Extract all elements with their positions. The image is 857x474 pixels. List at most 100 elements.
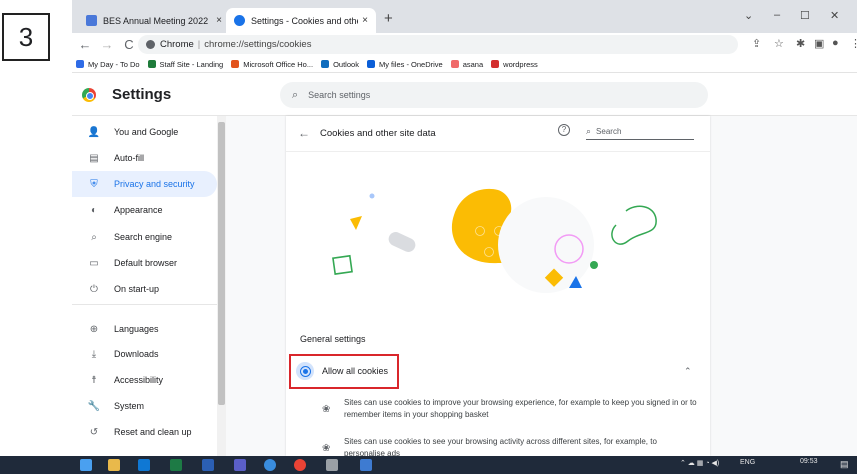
sidebar-item-label: Appearance <box>114 205 163 215</box>
sidebar-item-label: Languages <box>114 324 159 334</box>
bookmark-item[interactable]: My Day - To Do <box>76 60 140 69</box>
illustration-dot-green <box>590 261 598 269</box>
description-row-2: ❀ Sites can use cookies to see your brow… <box>286 434 710 456</box>
power-icon: ⏻ <box>90 283 98 295</box>
tab-title: Settings - Cookies and other site <box>251 15 358 26</box>
sidebar-item-default-browser[interactable]: ▭ Default browser <box>72 250 217 276</box>
accessibility-icon: ☨ <box>91 374 97 386</box>
tab-bes-annual-meeting[interactable]: BES Annual Meeting 2022 × <box>78 8 230 33</box>
photos-icon[interactable] <box>360 459 372 471</box>
bookmark-label: wordpress <box>503 59 538 69</box>
tab-search-chevron-icon[interactable]: ⌄ <box>744 9 753 22</box>
chrome-site-icon <box>146 40 155 49</box>
sidebar-item-appearance[interactable]: ◐ Appearance <box>72 197 217 223</box>
share-icon[interactable]: ⇪ <box>752 37 761 50</box>
sidebar-item-label: On start-up <box>114 284 160 294</box>
file-explorer-icon[interactable] <box>108 459 120 471</box>
chevron-up-icon[interactable]: ⌃ <box>684 366 692 377</box>
sidebar-item-you-and-google[interactable]: 👤 You and Google <box>72 119 217 145</box>
illustration-dot-blue <box>369 193 375 199</box>
tray-clock[interactable]: 09:53 <box>800 458 818 465</box>
sidebar-item-autofill[interactable]: ▤ Auto-fill <box>72 145 217 171</box>
bookmark-favicon-icon <box>231 60 240 68</box>
tab-close-icon[interactable]: × <box>362 15 368 26</box>
illustration-wedge <box>350 216 362 230</box>
sidebar-item-reset-and-clean-up[interactable]: ↺ Reset and clean up <box>72 419 217 445</box>
sidebar-item-on-startup[interactable]: ⏻ On start-up <box>72 276 217 302</box>
word-icon[interactable] <box>202 459 214 471</box>
forward-button[interactable]: → <box>98 37 116 52</box>
excel-icon[interactable] <box>170 459 182 471</box>
edge-icon[interactable] <box>264 459 276 471</box>
bookmark-item[interactable]: asana <box>450 60 483 69</box>
address-bar[interactable]: Chrome | chrome://settings/cookies <box>138 35 738 54</box>
sidebar-item-languages[interactable]: ⊕ Languages <box>72 316 217 342</box>
tab-settings-cookies[interactable]: Settings - Cookies and other site × <box>226 8 376 33</box>
tab-close-icon[interactable]: × <box>216 15 222 26</box>
bookmark-star-icon[interactable]: ☆ <box>774 37 784 50</box>
minimize-button[interactable]: – <box>774 9 780 21</box>
shield-icon: ⛨ <box>90 178 98 190</box>
reload-button[interactable]: C <box>120 37 138 52</box>
sidebar-item-label: Default browser <box>114 258 178 268</box>
card-title: Cookies and other site data <box>320 128 436 139</box>
globe-icon: ⊕ <box>89 323 99 335</box>
profile-avatar-icon[interactable]: ● <box>832 37 839 49</box>
back-button[interactable]: ← <box>76 37 94 52</box>
bookmark-label: Outlook <box>333 59 359 69</box>
sidebar-item-label: Reset and clean up <box>114 427 192 437</box>
outlook-icon[interactable] <box>138 459 150 471</box>
browser-window: BES Annual Meeting 2022 × Settings - Coo… <box>72 0 857 474</box>
windows-start-icon[interactable] <box>80 459 92 471</box>
sidebar-scrollbar[interactable] <box>217 116 226 456</box>
sidebar-item-downloads[interactable]: ⤓ Downloads <box>72 341 217 367</box>
sidebar-item-label: Auto-fill <box>114 153 145 163</box>
illustration-squiggle <box>611 205 657 245</box>
search-icon: ⌕ <box>586 126 592 136</box>
tray-language[interactable]: ENG <box>740 459 755 466</box>
illustration-square <box>332 254 353 275</box>
bookmark-item[interactable]: My files - OneDrive <box>366 60 443 69</box>
search-settings-input[interactable]: ⌕ Search settings <box>280 82 708 108</box>
sidebar-item-accessibility[interactable]: ☨ Accessibility <box>72 367 217 393</box>
notification-icon[interactable]: ▤ <box>840 459 849 470</box>
bookmark-label: My Day - To Do <box>88 59 140 69</box>
bookmark-favicon-icon <box>491 60 500 68</box>
bookmark-item[interactable]: Staff Site - Landing <box>147 60 223 69</box>
search-icon: ⌕ <box>292 88 299 101</box>
sidebar-item-system[interactable]: 🔧 System <box>72 393 217 419</box>
help-icon[interactable]: ? <box>558 124 570 136</box>
snipping-tool-icon[interactable] <box>326 459 338 471</box>
chrome-taskbar-icon[interactable] <box>294 459 306 471</box>
extensions-icon[interactable]: ✱ <box>796 37 805 50</box>
menu-kebab-icon[interactable]: ⋮ <box>850 37 857 50</box>
sidebar-item-label: Privacy and security <box>114 179 195 189</box>
scrollbar-thumb[interactable] <box>218 122 225 405</box>
wrench-icon: 🔧 <box>87 400 101 412</box>
card-search-input[interactable]: ⌕ Search <box>586 124 694 140</box>
bookmarks-bar: My Day - To Do Staff Site - Landing Micros… <box>72 56 857 73</box>
settings-gear-icon <box>234 15 245 26</box>
tray-icons[interactable]: ⌃ ☁ ▦ ◔ ◀) <box>680 459 719 467</box>
teams-icon[interactable] <box>234 459 246 471</box>
browser-icon: ▭ <box>89 257 99 269</box>
allow-all-cookies-row[interactable]: Allow all cookies ⌃ <box>286 354 710 389</box>
red-highlight-box <box>289 354 399 389</box>
bookmark-item[interactable]: Microsoft Office Ho... <box>231 60 313 69</box>
new-tab-button[interactable]: + <box>384 10 393 27</box>
cookie-icon: ❀ <box>322 443 331 454</box>
settings-header: Settings ⌕ Search settings <box>72 74 857 116</box>
sidebar-item-label: Search engine <box>114 232 173 242</box>
close-window-button[interactable]: ✕ <box>830 9 839 22</box>
chrome-logo-icon <box>82 88 96 102</box>
clipboard-icon: ▤ <box>89 152 99 164</box>
bookmark-item[interactable]: wordpress <box>491 60 538 69</box>
back-arrow-icon[interactable]: ← <box>298 126 310 140</box>
maximize-button[interactable]: ☐ <box>800 9 810 22</box>
search-icon: ⌕ <box>91 231 97 243</box>
side-panel-icon[interactable]: ▣ <box>814 37 824 50</box>
sidebar-item-privacy-and-security[interactable]: ⛨ Privacy and security <box>72 171 217 197</box>
bookmark-item[interactable]: Outlook <box>321 60 359 69</box>
cookie-icon: ❀ <box>322 404 331 415</box>
sidebar-item-search-engine[interactable]: ⌕ Search engine <box>72 224 217 250</box>
